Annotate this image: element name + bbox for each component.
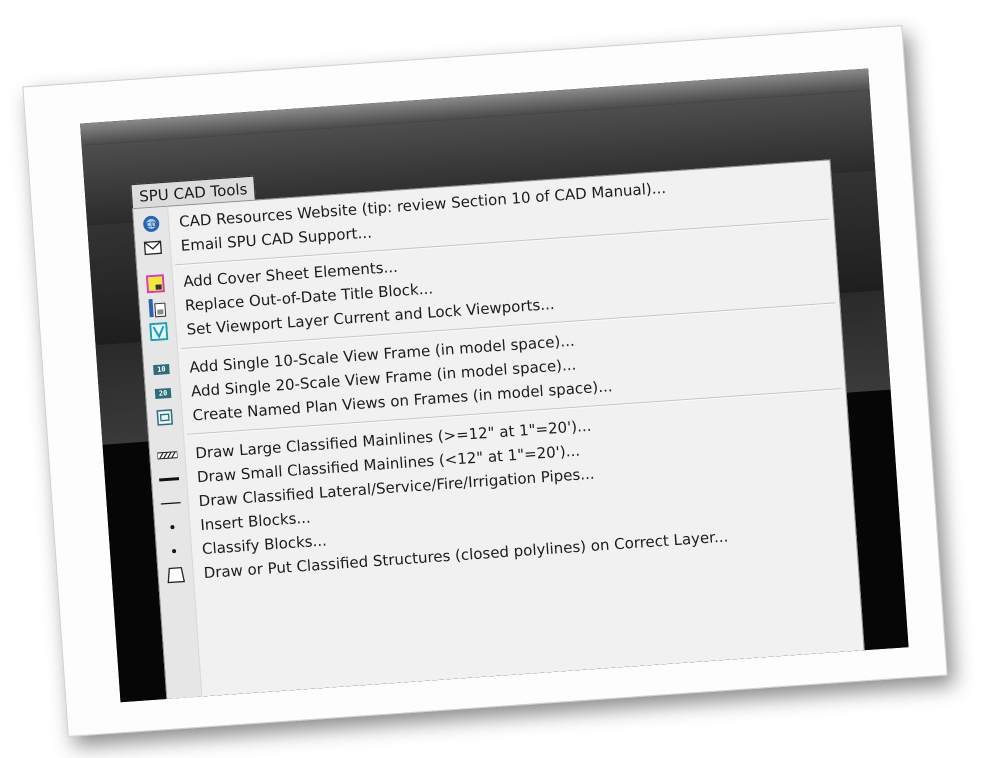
envelope-icon bbox=[141, 237, 164, 258]
scale-20-icon: 20 bbox=[151, 383, 174, 404]
thick-line-icon bbox=[157, 469, 180, 490]
autocad-screenshot: SPU CAD Tools CD CAD Resources Website (… bbox=[80, 68, 909, 703]
spu-cad-tools-dropdown: CD CAD Resources Website (tip: review Se… bbox=[132, 159, 866, 703]
dot-icon bbox=[162, 540, 185, 561]
globe-icon: CD bbox=[140, 213, 163, 234]
hatched-line-icon bbox=[156, 445, 179, 466]
scale-20-badge: 20 bbox=[154, 387, 172, 400]
photo-card: SPU CAD Tools CD CAD Resources Website (… bbox=[22, 25, 948, 737]
scale-10-badge: 10 bbox=[153, 363, 170, 376]
dot-icon bbox=[161, 516, 184, 537]
plan-view-icon bbox=[153, 407, 176, 428]
title-block-icon bbox=[145, 297, 168, 318]
viewport-icon bbox=[147, 321, 170, 342]
cover-sheet-icon bbox=[144, 273, 167, 294]
scale-10-icon: 10 bbox=[150, 359, 173, 380]
thin-line-icon bbox=[159, 492, 182, 513]
polyline-shape-icon bbox=[164, 564, 187, 585]
svg-text:CD: CD bbox=[146, 221, 157, 230]
